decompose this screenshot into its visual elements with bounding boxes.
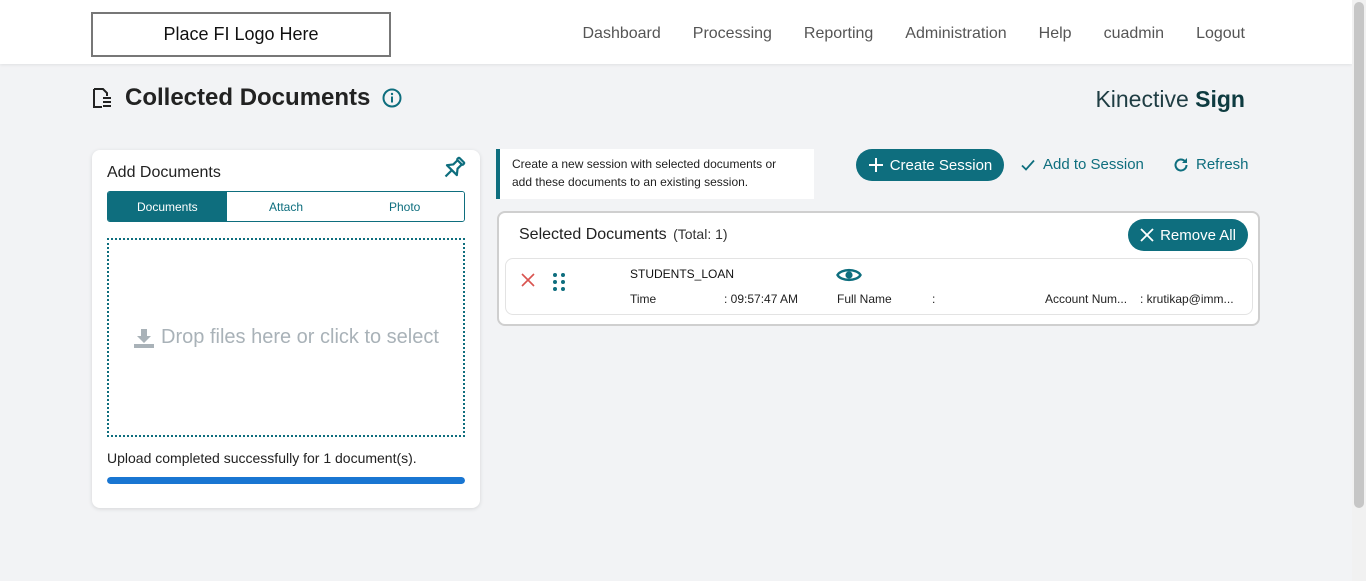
document-list-icon [93,88,111,108]
upload-progress-bar [107,477,465,484]
refresh-button[interactable]: Refresh [1173,156,1249,173]
selected-documents-total: (Total: 1) [673,226,728,242]
nav-help[interactable]: Help [1039,25,1072,43]
nav-administration[interactable]: Administration [905,25,1006,43]
refresh-label: Refresh [1196,156,1249,173]
document-name: STUDENTS_LOAN [630,267,735,281]
drag-handle-icon[interactable] [551,272,567,292]
page-title: Collected Documents [125,84,371,111]
plus-icon [868,158,883,172]
remove-all-label: Remove All [1160,226,1236,244]
file-drop-zone[interactable]: Drop files here or click to select [107,238,465,437]
upload-mode-tabs: Documents Attach Photo [107,191,465,222]
page-header: Collected Documents [91,84,402,112]
nav-user[interactable]: cuadmin [1104,25,1164,43]
nav-processing[interactable]: Processing [693,25,772,43]
tab-documents[interactable]: Documents [108,192,227,221]
remove-document-icon[interactable] [521,273,535,287]
remove-all-button[interactable]: Remove All [1128,219,1248,251]
upload-progress-fill [107,477,465,484]
account-number-value: : krutikap@imm... [1140,292,1234,306]
top-bar: Place FI Logo Here Dashboard Processing … [0,0,1352,64]
selected-documents-panel: Selected Documents (Total: 1) Remove All… [497,211,1260,326]
account-number-label: Account Num... [1045,292,1128,306]
fi-logo-placeholder[interactable]: Place FI Logo Here [91,12,391,57]
nav-reporting[interactable]: Reporting [804,25,873,43]
time-value: : 09:57:47 AM [724,292,799,306]
selected-document-row: STUDENTS_LOAN Time : 09:57:47 AM Full Na… [505,258,1253,315]
tab-photo[interactable]: Photo [345,192,464,221]
add-to-session-label: Add to Session [1043,156,1144,173]
main-nav: Dashboard Processing Reporting Administr… [582,0,1245,68]
selected-documents-heading: Selected Documents [519,226,667,243]
pin-icon[interactable] [440,154,468,182]
page-scrollbar[interactable] [1352,0,1366,581]
tab-attach[interactable]: Attach [226,192,346,221]
nav-dashboard[interactable]: Dashboard [582,25,660,43]
add-documents-panel: Add Documents Documents Attach Photo Dro… [92,150,480,508]
create-session-label: Create Session [889,156,993,174]
session-hint-line-1: Create a new session with selected docum… [512,157,777,171]
refresh-icon [1174,157,1188,171]
close-icon [1140,228,1154,242]
create-session-button[interactable]: Create Session [856,149,1004,181]
eye-icon[interactable] [836,265,862,285]
info-icon[interactable] [382,88,402,108]
download-icon [134,328,155,348]
session-hint-line-2: add these documents to an existing sessi… [512,175,749,189]
add-documents-title: Add Documents [107,164,221,181]
full-name-label: Full Name [837,292,892,306]
scrollbar-thumb[interactable] [1354,2,1364,508]
add-to-session-button[interactable]: Add to Session [1020,156,1144,173]
selected-documents-title: Selected Documents (Total: 1) [519,226,728,244]
session-hint: Create a new session with selected docum… [496,149,814,199]
nav-logout[interactable]: Logout [1196,25,1245,43]
kinective-sign-brand: Kinective Sign [1095,86,1245,112]
drop-zone-label: Drop files here or click to select [161,326,439,348]
upload-status-message: Upload completed successfully for 1 docu… [107,450,417,466]
check-icon [1021,159,1035,171]
full-name-value: : [932,292,936,306]
time-label: Time [630,292,657,306]
